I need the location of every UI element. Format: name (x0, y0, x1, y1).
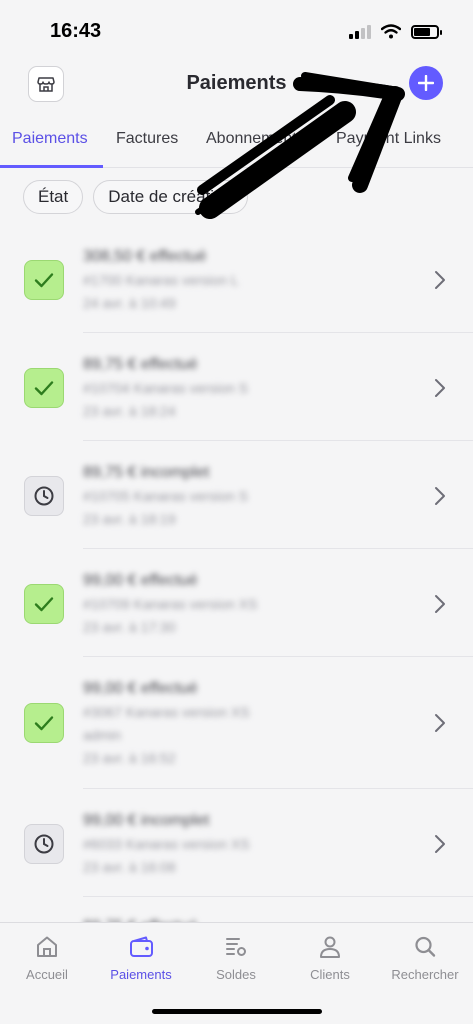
plus-icon (418, 75, 434, 91)
tabbar-item-paiements[interactable]: Paiements (94, 933, 188, 982)
chevron-right-icon (435, 379, 445, 397)
filter-bar: État Date de création (23, 180, 248, 214)
chevron-right-icon (435, 271, 445, 289)
tab-bar-top: Paiements Factures Abonnements Payment L… (0, 118, 473, 168)
payment-date: 23 avr. à 16:08 (83, 859, 176, 875)
status-time: 16:43 (50, 20, 102, 42)
chevron-right-icon (435, 487, 445, 505)
clock-icon (34, 486, 54, 506)
payment-description: #10704 Kanaras version S (83, 380, 248, 396)
payment-description: #10705 Kanaras version S (83, 488, 248, 504)
payment-row[interactable]: 99,00 € effectué #3067 Kanaras version X… (0, 657, 473, 789)
tabbar-label: Rechercher (391, 967, 459, 982)
tabbar-item-rechercher[interactable]: Rechercher (378, 933, 472, 982)
incomplete-status-icon (24, 824, 64, 864)
payment-amount-status: 308,50 € effectué (83, 248, 207, 265)
payment-amount-status: 99,00 € incomplet (83, 812, 210, 829)
succeeded-status-icon (24, 260, 64, 300)
checkmark-icon (34, 597, 54, 612)
tabbar-label: Accueil (26, 967, 68, 982)
succeeded-status-icon (24, 703, 64, 743)
payment-customer: admin (83, 727, 122, 743)
cellular-signal-icon (349, 24, 371, 39)
status-bar: 16:43 (0, 0, 473, 60)
payment-row[interactable]: 99,00 € effectué #10709 Kanaras version … (0, 549, 473, 657)
bottom-tab-bar: Accueil Paiements Soldes Clients Recherc… (0, 922, 473, 1024)
payment-date: 23 avr. à 17:30 (83, 619, 176, 635)
payment-row[interactable]: 89,75 € effectué #10704 Kanaras version … (0, 333, 473, 441)
tabbar-label: Clients (310, 967, 350, 982)
chevron-right-icon (435, 835, 445, 853)
home-indicator (152, 1009, 322, 1014)
clock-icon (34, 834, 54, 854)
succeeded-status-icon (24, 584, 64, 624)
home-icon (37, 936, 57, 957)
balances-icon (226, 938, 246, 956)
chevron-right-icon (435, 714, 445, 732)
search-icon (415, 936, 436, 957)
checkmark-icon (34, 381, 54, 396)
tabbar-item-soldes[interactable]: Soldes (189, 933, 283, 982)
filter-chip-state[interactable]: État (23, 180, 84, 214)
payment-date: 23 avr. à 18:24 (83, 403, 176, 419)
payment-date: 23 avr. à 16:52 (83, 750, 176, 766)
succeeded-status-icon (24, 368, 64, 408)
chevron-right-icon (435, 595, 445, 613)
tabbar-item-accueil[interactable]: Accueil (0, 933, 94, 982)
tab-abonnements[interactable]: Abonnements (206, 130, 305, 148)
payment-description: #6033 Kanaras version XS (83, 836, 250, 852)
checkmark-icon (34, 716, 54, 731)
page-title: Paiements (186, 72, 287, 94)
payment-amount-status: 99,00 € effectué (83, 572, 198, 589)
incomplete-status-icon (24, 476, 64, 516)
filter-chip-creation-date[interactable]: Date de création (93, 180, 248, 214)
payment-date: 24 avr. à 10:49 (83, 295, 176, 311)
active-tab-indicator (0, 165, 103, 168)
person-icon (320, 936, 340, 958)
wallet-icon (130, 936, 153, 957)
payment-amount-status: 89,75 € effectué (83, 356, 198, 373)
tabbar-item-clients[interactable]: Clients (283, 933, 377, 982)
payment-amount-status: 99,00 € effectué (83, 680, 198, 697)
wifi-icon (381, 24, 401, 39)
payment-row[interactable]: 89,75 € incomplet #10705 Kanaras version… (0, 441, 473, 549)
payment-amount-status: 89,75 € incomplet (83, 464, 210, 481)
checkmark-icon (34, 273, 54, 288)
battery-icon (411, 24, 442, 39)
tabbar-label: Soldes (216, 967, 256, 982)
tab-payment-links[interactable]: Payment Links (336, 130, 441, 148)
payment-date: 23 avr. à 18:19 (83, 511, 176, 527)
tab-paiements[interactable]: Paiements (12, 130, 88, 148)
payment-description: #1700 Kanaras version L (83, 272, 239, 288)
payment-description: #10709 Kanaras version XS (83, 596, 258, 612)
payments-list: 308,50 € effectué #1700 Kanaras version … (0, 225, 473, 957)
tabbar-label: Paiements (110, 967, 172, 982)
header: Paiements (0, 62, 473, 106)
tab-factures[interactable]: Factures (116, 130, 178, 148)
payment-row[interactable]: 99,00 € incomplet #6033 Kanaras version … (0, 789, 473, 897)
payment-row[interactable]: 308,50 € effectué #1700 Kanaras version … (0, 225, 473, 333)
add-payment-button[interactable] (409, 66, 443, 100)
payment-description: #3067 Kanaras version XS (83, 704, 250, 720)
